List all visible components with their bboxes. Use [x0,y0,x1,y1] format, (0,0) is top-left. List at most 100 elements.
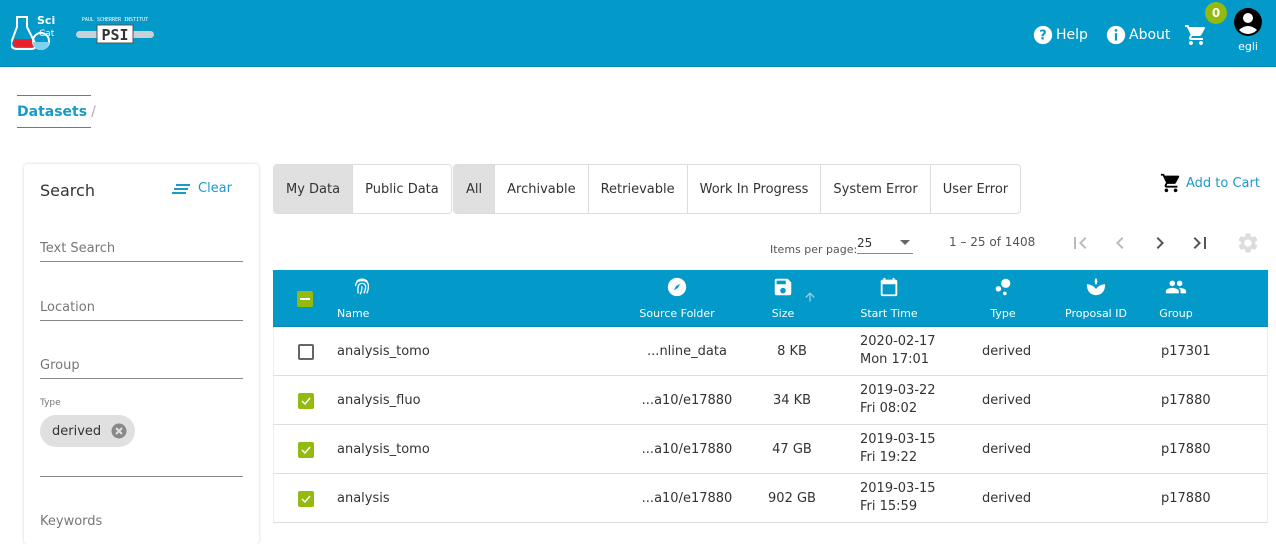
first-page-icon [1074,237,1087,249]
column-header-size[interactable]: Size [753,270,815,327]
sort-ascending-icon [805,292,815,302]
cell-start-time: 2019-03-15 Fri 15:59 [860,474,936,522]
cell-source-folder: ...a10/e17880 [641,392,733,408]
cart-count-badge: 0 [1205,2,1227,24]
cell-source-folder: ...nline_data [647,343,727,359]
breadcrumb-datasets[interactable]: Datasets [17,104,87,120]
filter-retrievable[interactable]: Retrievable [587,165,687,213]
row-checkbox[interactable] [298,491,314,507]
text-search-input[interactable] [40,236,243,260]
table-row[interactable]: analysis_tomo ...nline_data 8 KB 2020-02… [273,327,1268,376]
settings-button[interactable] [1236,231,1260,255]
cell-name: analysis [337,490,390,506]
shopping-cart-icon [1160,173,1180,193]
column-header-group[interactable]: Group [1146,270,1206,327]
filter-user-error[interactable]: User Error [929,165,1020,213]
scicat-logo[interactable]: Sci Cat [9,11,55,51]
about-link[interactable]: About [1105,24,1170,46]
user-avatar[interactable] [1234,8,1262,36]
group-input[interactable] [40,353,243,377]
row-checkbox[interactable] [298,393,314,409]
column-header-type[interactable]: Type [973,270,1033,327]
table-row[interactable]: analysis_tomo ...a10/e17880 47 GB 2019-0… [273,425,1268,474]
column-header-start-time[interactable]: Start Time [839,270,939,327]
clear-label: Clear [198,181,232,196]
location-input[interactable] [40,295,243,319]
spa-icon [1086,277,1106,296]
filter-system-error[interactable]: System Error [820,165,929,213]
row-checkbox[interactable] [298,344,314,360]
cell-time: Mon 17:01 [860,352,930,367]
shopping-cart-icon [1185,25,1206,45]
cell-time: Fri 15:59 [860,499,918,514]
dropdown-arrow-icon [900,240,910,245]
items-per-page-value: 25 [857,236,873,250]
type-input-underline[interactable] [40,476,243,477]
column-label-group: Group [1159,307,1193,320]
cell-source-folder: ...a10/e17880 [641,490,733,506]
remove-chip-icon[interactable] [111,423,127,439]
cell-name: analysis_fluo [337,392,421,408]
column-header-name[interactable]: Name [337,270,537,327]
fingerprint-icon [354,278,370,295]
last-page-icon [1193,237,1206,249]
account-circle-icon [1234,8,1262,36]
type-chip[interactable]: derived [40,415,136,447]
filter-archivable[interactable]: Archivable [494,165,587,213]
column-header-proposal-id[interactable]: Proposal ID [1056,270,1136,327]
svg-text:PSI: PSI [101,26,128,44]
help-circle-icon: ? [1033,25,1053,45]
column-label-name: Name [337,307,370,320]
gear-icon [1238,233,1258,253]
last-page-button[interactable] [1188,231,1212,255]
username-label: egli [1238,40,1258,53]
cell-time: Fri 08:02 [860,401,918,416]
tab-my-data[interactable]: My Data [274,165,353,213]
help-link[interactable]: ? Help [1032,24,1088,46]
cell-size: 8 KB [777,343,807,359]
add-to-cart-label: Add to Cart [1186,175,1260,191]
top-app-bar: Sci Cat PAUL SCHERRER INSTITUT PSI ? Hel… [0,0,1276,67]
row-checkbox[interactable] [298,442,314,458]
location-field [40,295,243,321]
cell-group: p17880 [1161,441,1211,457]
previous-page-button[interactable] [1108,231,1132,255]
group-icon [1165,280,1187,294]
tab-public-data[interactable]: Public Data [352,165,451,213]
cell-date: 2019-03-15 [860,481,936,496]
column-header-source-folder[interactable]: Source Folder [627,270,727,327]
cell-time: Fri 19:22 [860,450,918,465]
clear-button[interactable]: Clear [172,181,232,196]
psi-logo: PAUL SCHERRER INSTITUT PSI [75,15,155,45]
column-label-proposal-id: Proposal ID [1065,307,1127,320]
filter-all[interactable]: All [454,165,495,213]
cell-start-time: 2019-03-22 Fri 08:02 [860,376,936,424]
datasets-table: Name Source Folder Size Start Time Type … [273,270,1268,523]
select-all-checkbox[interactable] [297,291,313,307]
table-row[interactable]: analysis_fluo ...a10/e17880 34 KB 2019-0… [273,376,1268,425]
type-chip-label: derived [52,423,102,439]
page-range-label: 1 – 25 of 1408 [949,235,1036,249]
chevron-left-icon [1116,237,1124,249]
filter-work-in-progress[interactable]: Work In Progress [686,165,821,213]
bubble-chart-icon [995,278,1011,296]
status-toggle-group: All Archivable Retrievable Work In Progr… [453,164,1022,214]
add-to-cart-button[interactable]: Add to Cart [1160,172,1260,194]
text-search-field [40,236,243,262]
keywords-label[interactable]: Keywords [40,514,102,529]
table-header: Name Source Folder Size Start Time Type … [273,270,1268,327]
clear-all-icon [172,183,190,194]
first-page-button[interactable] [1068,231,1092,255]
next-page-button[interactable] [1148,231,1172,255]
ownership-toggle-group: My Data Public Data [273,164,452,214]
items-per-page-select[interactable]: 25 [857,234,913,254]
compass-icon [667,277,687,297]
table-row[interactable]: analysis ...a10/e17880 902 GB 2019-03-15… [273,474,1268,523]
cell-date: 2020-02-17 [860,334,936,349]
cell-group: p17301 [1161,343,1211,359]
cell-group: p17880 [1161,490,1211,506]
cart-button[interactable] [1184,23,1208,51]
save-icon [774,278,792,296]
cell-start-time: 2019-03-15 Fri 19:22 [860,425,936,473]
cell-size: 34 KB [772,392,812,408]
